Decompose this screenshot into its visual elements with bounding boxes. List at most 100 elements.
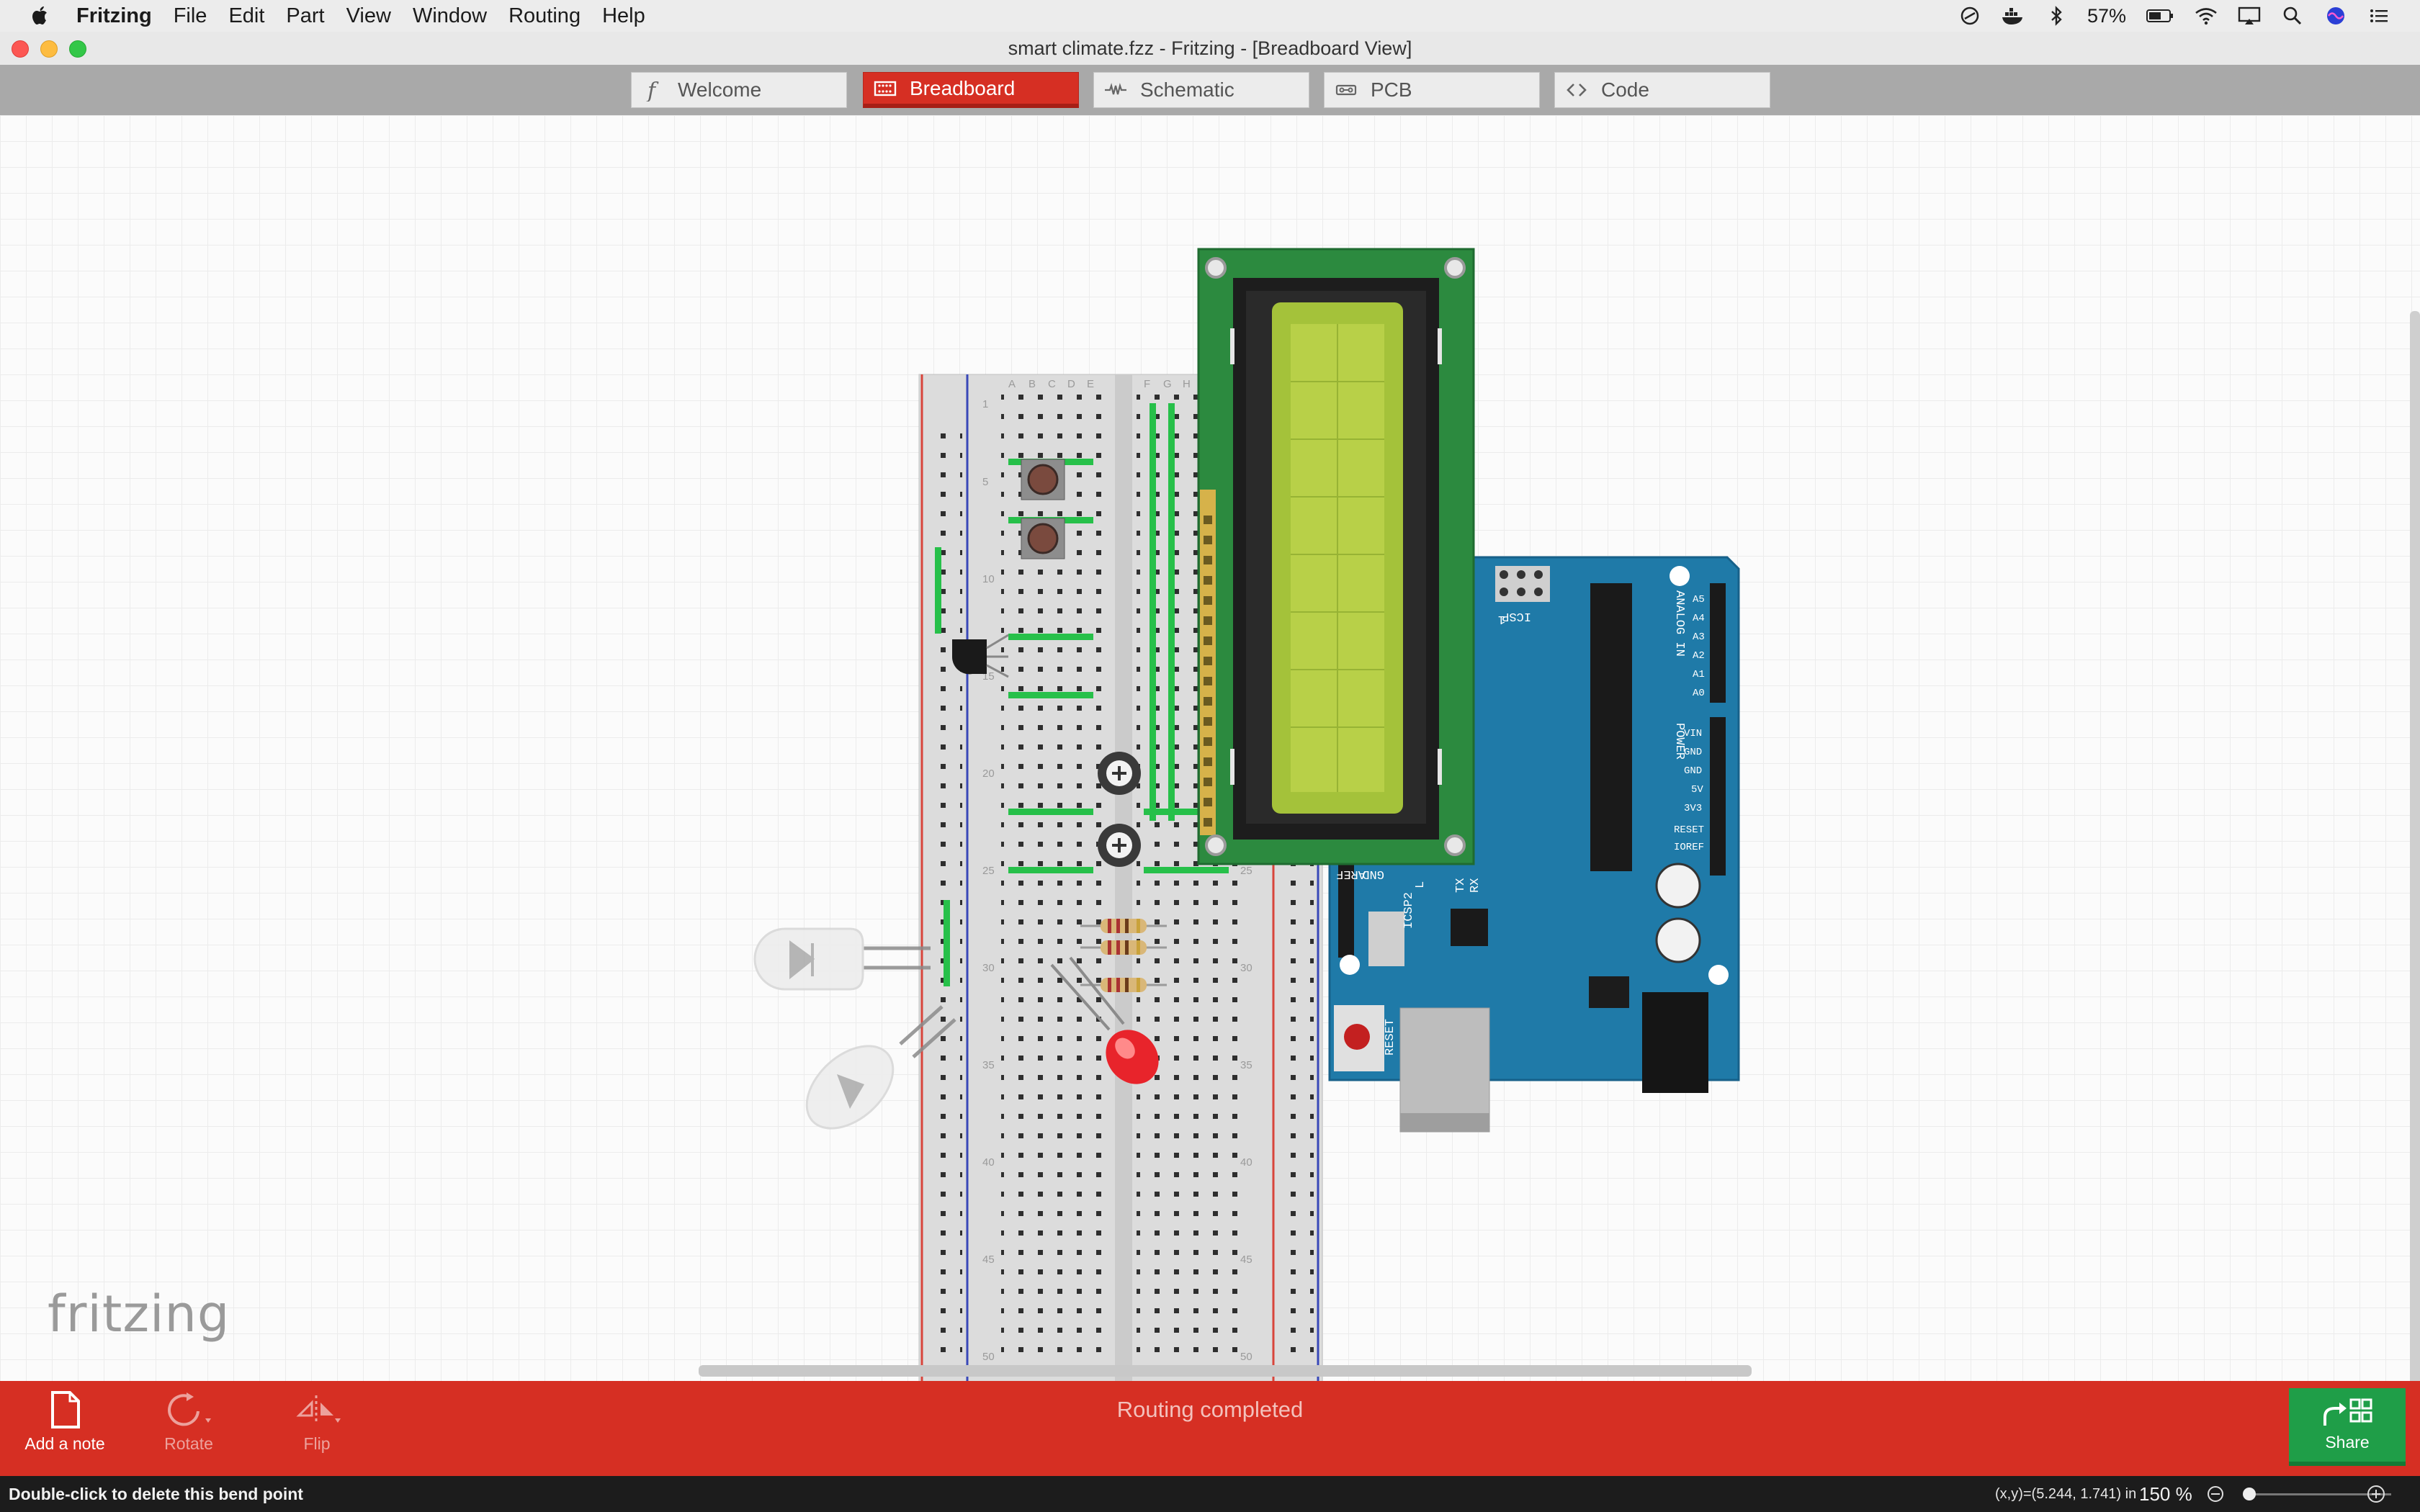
arduino-reset-button[interactable]: [1334, 1005, 1384, 1071]
menu-routing[interactable]: Routing: [508, 4, 581, 28]
menu-extras: 57%: [1958, 0, 2391, 32]
clear-led-1[interactable]: [753, 927, 931, 991]
tab-schematic-label: Schematic: [1140, 78, 1234, 101]
row-number-45: 45: [982, 1254, 995, 1266]
zoom-level[interactable]: 150 %: [2139, 1483, 2192, 1506]
column-letter-c: C: [1048, 378, 1056, 390]
lcd-display-module[interactable]: [1197, 248, 1475, 865]
column-letter-d: D: [1067, 378, 1075, 390]
tab-pcb-label: PCB: [1371, 78, 1412, 101]
pcb-icon: [1335, 84, 1357, 96]
column-letter-a: A: [1008, 378, 1016, 390]
pin-a3: A3: [1693, 631, 1705, 643]
tab-code-label: Code: [1601, 78, 1649, 101]
battery-percent: 57%: [2087, 4, 2126, 27]
horizontal-scrollbar[interactable]: [699, 1365, 1752, 1377]
status-bar: Double-click to delete this bend point (…: [0, 1476, 2420, 1512]
row-number-20: 20: [982, 768, 995, 780]
docker-icon[interactable]: [2001, 5, 2025, 27]
row-number-30: 30: [982, 962, 995, 974]
potentiometer-1[interactable]: [1098, 752, 1141, 795]
row-number-25: 25: [982, 865, 995, 877]
window-title: smart climate.fzz - Fritzing - [Breadboa…: [1008, 37, 1412, 59]
routing-status: Routing completed: [1116, 1397, 1304, 1422]
menu-file[interactable]: File: [174, 4, 207, 28]
menu-fritzing[interactable]: Fritzing: [76, 4, 152, 28]
vpn-icon[interactable]: [1958, 5, 1982, 27]
vertical-scrollbar[interactable]: [2410, 311, 2420, 1381]
tab-breadboard-label: Breadboard: [910, 76, 1016, 99]
flip-label: Flip: [303, 1434, 331, 1453]
airplay-icon[interactable]: [2237, 5, 2262, 27]
pin-ioref: IOREF: [1674, 842, 1704, 853]
pin-a0: A0: [1693, 688, 1705, 699]
tab-breadboard[interactable]: Breadboard: [863, 72, 1079, 108]
menu-bar: Fritzing File Edit Part View Window Rout…: [0, 0, 2420, 32]
pin-reset: RESET: [1674, 824, 1704, 836]
pin-gnd-2: GND: [1684, 765, 1702, 777]
resistor-symbol-icon: [1105, 83, 1126, 95]
column-letter-f: F: [1144, 378, 1150, 390]
row-number-5: 5: [982, 476, 988, 488]
circuit-drawing: A B C D E F G H 1 5 10 15 20 25 30 35 40…: [753, 248, 1740, 1381]
pin-a1: A1: [1693, 669, 1705, 680]
view-tab-strip: f Welcome Breadboard Schematic PCB Code: [0, 65, 2420, 115]
menu-view[interactable]: View: [346, 4, 391, 28]
pin-a2: A2: [1693, 650, 1705, 662]
fritzing-logo: fritzing: [48, 1284, 230, 1344]
svg-text:f: f: [646, 78, 659, 102]
add-note-label: Add a note: [24, 1434, 105, 1453]
row-number-1: 1: [982, 398, 988, 410]
share-icon: [2323, 1398, 2372, 1426]
tab-schematic[interactable]: Schematic: [1093, 72, 1309, 108]
tx-label: TX: [1454, 878, 1468, 893]
share-label: Share: [2325, 1433, 2370, 1452]
row-number-50: 50: [982, 1351, 995, 1363]
status-hint: Double-click to delete this bend point: [9, 1485, 303, 1503]
menu-help[interactable]: Help: [602, 4, 645, 28]
gnd-label: GND: [1362, 867, 1384, 881]
menu-window[interactable]: Window: [413, 4, 487, 28]
svg-text:35: 35: [1240, 1059, 1252, 1071]
breadboard-canvas[interactable]: A B C D E F G H 1 5 10 15 20 25 30 35 40…: [0, 115, 2420, 1381]
notification-center-icon[interactable]: [2367, 5, 2391, 27]
pin-a4: A4: [1693, 613, 1705, 624]
cursor-coordinates: (x,y)=(5.244, 1.741) in: [1995, 1486, 2137, 1502]
pin-3v3: 3V3: [1684, 803, 1702, 814]
pin-5v: 5V: [1691, 784, 1703, 796]
push-button-2[interactable]: [1021, 518, 1065, 559]
zoom-out-icon[interactable]: [2207, 1485, 2224, 1503]
l-led-label: L: [1414, 881, 1428, 888]
battery-icon[interactable]: [2145, 5, 2175, 27]
menu-edit[interactable]: Edit: [228, 4, 264, 28]
zoom-slider-handle[interactable]: [2243, 1488, 2256, 1500]
bluetooth-icon[interactable]: [2044, 5, 2069, 27]
row-number-10: 10: [982, 573, 995, 585]
share-button[interactable]: Share: [2289, 1388, 2406, 1466]
tab-code[interactable]: Code: [1554, 72, 1770, 108]
tab-pcb[interactable]: PCB: [1324, 72, 1540, 108]
svg-text:45: 45: [1240, 1254, 1252, 1266]
column-letter-b: B: [1028, 378, 1036, 390]
push-button-1[interactable]: [1021, 459, 1065, 500]
column-letter-h: H: [1183, 378, 1191, 390]
tab-welcome[interactable]: f Welcome: [631, 72, 847, 108]
menu-part[interactable]: Part: [286, 4, 324, 28]
pin-a5: A5: [1693, 594, 1705, 606]
icsp-one-label: 1: [1498, 612, 1505, 626]
potentiometer-2[interactable]: [1098, 824, 1141, 867]
icsp-label: ICSP: [1502, 609, 1531, 623]
siri-icon[interactable]: [2323, 5, 2348, 27]
analog-in-label: ANALOG IN: [1672, 590, 1686, 657]
pin-vin: VIN: [1684, 728, 1702, 739]
spotlight-search-icon[interactable]: [2280, 5, 2305, 27]
wifi-icon[interactable]: [2194, 5, 2218, 27]
column-letter-g: G: [1163, 378, 1172, 390]
rx-label: RX: [1469, 878, 1482, 893]
svg-text:30: 30: [1240, 962, 1252, 974]
apple-logo-icon[interactable]: [29, 4, 52, 27]
aref-label: AREF: [1336, 867, 1366, 881]
fritzing-f-icon: f: [646, 78, 659, 102]
svg-text:25: 25: [1240, 865, 1252, 877]
zoom-in-icon[interactable]: [2367, 1485, 2385, 1503]
